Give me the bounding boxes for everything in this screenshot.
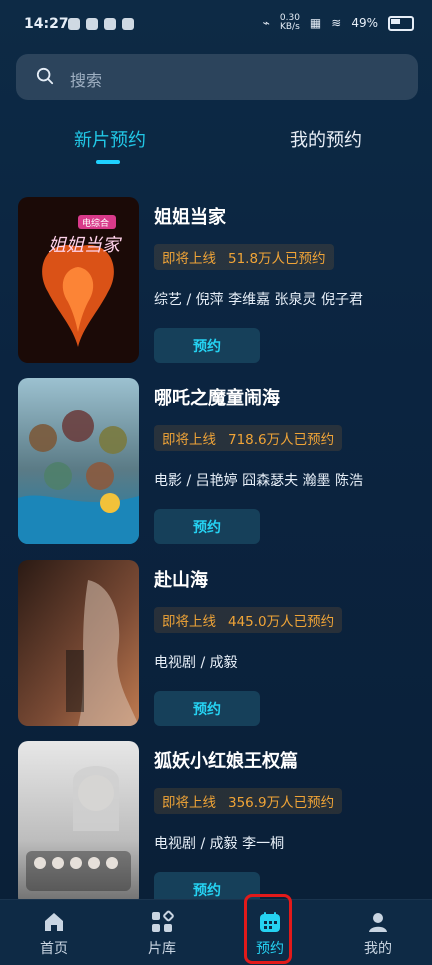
- poster[interactable]: [18, 741, 139, 907]
- nav-library[interactable]: 片库: [108, 900, 216, 965]
- network-speed: 0.30 KB/s: [279, 13, 300, 32]
- map-icon: [122, 18, 134, 30]
- reservation-count: 51.8万人已预约: [228, 251, 326, 267]
- list-item[interactable]: 赴山海 即将上线 445.0万人已预约 电视剧 / 成毅 预约: [18, 560, 414, 726]
- reserve-button[interactable]: 预约: [154, 328, 260, 363]
- battery-icon: [388, 15, 414, 31]
- wechat-icon: [104, 18, 116, 30]
- movie-meta: 电视剧 / 成毅 李一桐: [154, 836, 285, 852]
- status-right: ⌁ 0.30 KB/s ▦ ≋ 49%: [263, 14, 414, 32]
- vibrate-icon: ⌁: [262, 16, 270, 30]
- status-badge: 即将上线 51.8万人已预约: [154, 244, 334, 270]
- nav-label: 片库: [148, 941, 176, 957]
- battery-label: 49%: [351, 16, 378, 30]
- status-time: 14:27: [24, 16, 69, 32]
- poster-title: 姐姐当家: [48, 235, 120, 256]
- poster-art: [18, 560, 139, 726]
- poster-art: [18, 197, 139, 363]
- reservation-count: 718.6万人已预约: [228, 432, 335, 448]
- tab-new-releases[interactable]: 新片预约: [74, 126, 146, 152]
- reserve-button[interactable]: 预约: [154, 691, 260, 726]
- poster[interactable]: [18, 378, 139, 544]
- tabs: 新片预约 我的预约: [0, 120, 432, 170]
- library-icon: [152, 910, 174, 932]
- movie-title: 赴山海: [154, 570, 208, 591]
- tab-my-reservations[interactable]: 我的预约: [290, 126, 362, 152]
- status-badge: 即将上线 445.0万人已预约: [154, 607, 343, 633]
- reservation-count: 356.9万人已预约: [228, 795, 335, 811]
- movie-meta: 电视剧 / 成毅: [154, 655, 238, 671]
- notification-icons: [68, 18, 134, 30]
- list-item[interactable]: 狐妖小红娘王权篇 即将上线 356.9万人已预约 电视剧 / 成毅 李一桐 预约: [18, 741, 414, 907]
- wifi-icon: ≋: [331, 16, 342, 30]
- status-badge: 即将上线 718.6万人已预约: [154, 425, 343, 451]
- reservation-count: 445.0万人已预约: [228, 614, 335, 630]
- tiktok-icon: [68, 18, 80, 30]
- movie-title: 哪吒之魔童闹海: [154, 388, 280, 409]
- highlight-box: [244, 894, 292, 964]
- movie-title: 狐妖小红娘王权篇: [154, 751, 298, 772]
- search-icon: [36, 67, 54, 85]
- status-bar: 14:27 ⌁ 0.30 KB/s ▦ ≋ 49%: [0, 0, 432, 44]
- poster[interactable]: [18, 560, 139, 726]
- search-input[interactable]: 搜索: [16, 54, 418, 100]
- poster[interactable]: 电综合 姐姐当家: [18, 197, 139, 363]
- search-placeholder: 搜索: [70, 71, 103, 90]
- status-text: 即将上线: [162, 251, 216, 267]
- profile-icon: [369, 913, 387, 932]
- weibo-icon: [86, 18, 98, 30]
- reserve-button[interactable]: 预约: [154, 509, 260, 544]
- bottom-nav: 首页 片库 预约 我的: [0, 899, 432, 965]
- home-icon: [45, 913, 63, 931]
- signal-icon: ▦: [309, 16, 322, 30]
- movie-meta: 综艺 / 倪萍 李维嘉 张泉灵 倪子君: [154, 292, 363, 308]
- poster-art: [18, 378, 139, 544]
- status-text: 即将上线: [162, 432, 216, 448]
- movie-meta: 电影 / 吕艳婷 囧森瑟夫 瀚墨 陈浩: [154, 473, 363, 489]
- nav-home[interactable]: 首页: [0, 900, 108, 965]
- active-tab-indicator: [96, 160, 120, 164]
- nav-label: 我的: [364, 941, 392, 957]
- poster-art: [18, 741, 139, 907]
- list-item[interactable]: 电综合 姐姐当家 姐姐当家 即将上线 51.8万人已预约 综艺 / 倪萍 李维嘉…: [18, 197, 414, 363]
- status-text: 即将上线: [162, 795, 216, 811]
- list-item[interactable]: 哪吒之魔童闹海 即将上线 718.6万人已预约 电影 / 吕艳婷 囧森瑟夫 瀚墨…: [18, 378, 414, 544]
- movie-title: 姐姐当家: [154, 207, 226, 228]
- status-text: 即将上线: [162, 614, 216, 630]
- nav-profile[interactable]: 我的: [324, 900, 432, 965]
- status-badge: 即将上线 356.9万人已预约: [154, 788, 343, 814]
- poster-tag: 电综合: [82, 219, 110, 229]
- nav-label: 首页: [40, 941, 68, 957]
